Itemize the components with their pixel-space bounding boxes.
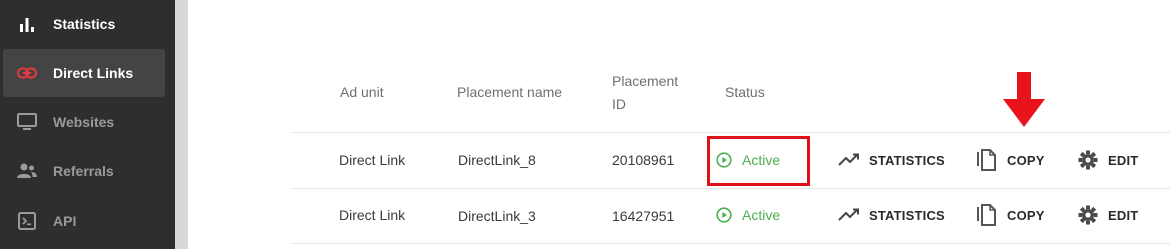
sidebar-item-referrals[interactable]: Referrals xyxy=(3,147,165,195)
cell-placement-name: DirectLink_3 xyxy=(458,208,536,224)
arrow-down-icon xyxy=(1003,72,1045,127)
link-icon xyxy=(17,63,37,83)
cell-placement-id: 16427951 xyxy=(612,208,675,224)
gear-icon xyxy=(1078,205,1098,225)
cell-placement-name: DirectLink_8 xyxy=(458,152,536,168)
sidebar-item-direct-links[interactable]: Direct Links xyxy=(3,49,165,97)
copy-label: COPY xyxy=(1007,152,1045,168)
highlight-box-annotation xyxy=(707,136,810,186)
gear-icon xyxy=(1078,150,1098,170)
play-circle-icon xyxy=(716,207,732,223)
header-placement-id-line2: ID xyxy=(612,96,626,112)
copy-button[interactable]: COPY xyxy=(976,203,1045,227)
sidebar: Statistics Direct Links Websites Referra… xyxy=(0,0,175,249)
statistics-label: STATISTICS xyxy=(869,152,945,168)
sidebar-item-label: Referrals xyxy=(53,163,114,179)
header-placement-id-line1: Placement xyxy=(612,73,679,89)
header-placement-name: Placement name xyxy=(457,84,563,100)
copy-icon xyxy=(977,149,996,171)
statistics-button[interactable]: STATISTICS xyxy=(838,150,945,170)
edit-button[interactable]: EDIT xyxy=(1077,149,1138,171)
users-icon xyxy=(17,161,37,181)
main-content: Ad unit Placement name Placement ID Stat… xyxy=(188,0,1170,249)
header-ad-unit: Ad unit xyxy=(340,84,384,100)
sidebar-item-websites[interactable]: Websites xyxy=(3,98,165,146)
cell-ad-unit: Direct Link xyxy=(339,152,406,168)
sidebar-item-label: Statistics xyxy=(53,16,116,32)
monitor-icon xyxy=(17,112,37,132)
edit-button[interactable]: EDIT xyxy=(1077,204,1138,226)
edit-label: EDIT xyxy=(1108,152,1139,168)
sidebar-item-label: Direct Links xyxy=(53,65,134,81)
sidebar-edge xyxy=(175,0,188,249)
edit-label: EDIT xyxy=(1108,207,1139,223)
copy-icon xyxy=(977,204,996,226)
terminal-icon xyxy=(17,211,37,231)
sidebar-item-label: Websites xyxy=(53,114,115,130)
sidebar-item-statistics[interactable]: Statistics xyxy=(3,0,165,48)
sidebar-item-api[interactable]: API xyxy=(3,197,165,245)
trending-up-icon xyxy=(838,208,859,221)
trending-up-icon xyxy=(838,153,859,166)
sidebar-item-label: API xyxy=(53,213,77,229)
status-badge: Active xyxy=(716,205,780,225)
header-status: Status xyxy=(725,84,765,100)
copy-button[interactable]: COPY xyxy=(976,148,1045,172)
cell-ad-unit: Direct Link xyxy=(339,207,406,223)
copy-label: COPY xyxy=(1007,207,1045,223)
status-text: Active xyxy=(742,207,781,223)
statistics-button[interactable]: STATISTICS xyxy=(838,205,945,225)
bar-chart-icon xyxy=(17,14,37,34)
table-divider xyxy=(291,132,1170,133)
statistics-label: STATISTICS xyxy=(869,207,945,223)
cell-placement-id: 20108961 xyxy=(612,152,675,168)
table-divider xyxy=(291,243,1170,244)
table-divider xyxy=(291,188,1170,189)
